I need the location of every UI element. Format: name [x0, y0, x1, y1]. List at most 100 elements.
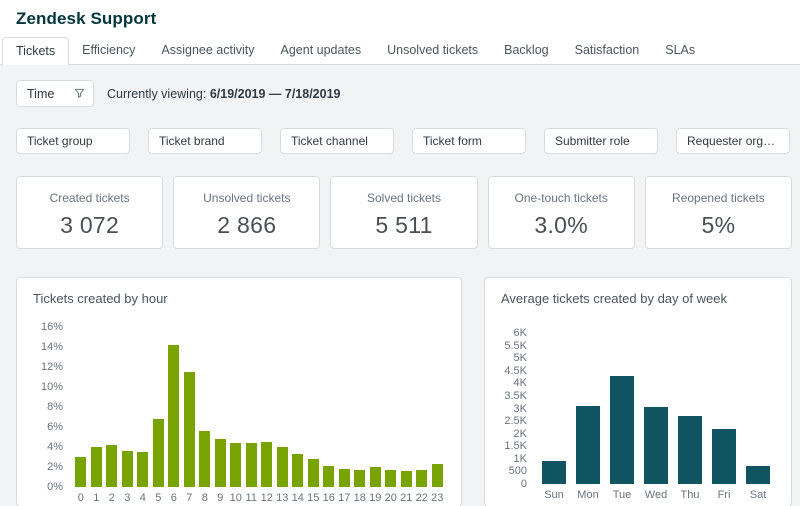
chart-bar-8[interactable] [199, 431, 210, 487]
filter-chip-ticket-form[interactable]: Ticket form [412, 128, 526, 154]
filter-funnel-icon [74, 88, 85, 99]
y-axis-tick: 3.5K [504, 390, 527, 402]
time-filter-dropdown[interactable]: Time [16, 80, 94, 107]
bar-column [259, 327, 275, 487]
tab-backlog[interactable]: Backlog [491, 37, 561, 64]
chart-bar-4[interactable] [137, 452, 148, 487]
chart-bar-9[interactable] [215, 439, 226, 487]
y-axis: 16%14%12%10%8%6%4%2%0% [33, 327, 73, 487]
x-axis-label: Sat [741, 489, 775, 501]
bar-column [151, 327, 167, 487]
y-axis-tick: 2K [514, 428, 527, 440]
x-axis-label: Fri [707, 489, 741, 501]
chart-bar-wed[interactable] [644, 407, 668, 484]
y-axis-tick: 5.5K [504, 340, 527, 352]
x-axis-label: 10 [228, 492, 244, 504]
y-axis-tick: 8% [47, 401, 63, 413]
bar-column [707, 333, 741, 484]
chart-bar-13[interactable] [277, 447, 288, 487]
kpi-label: Reopened tickets [646, 191, 791, 205]
filter-chip-ticket-channel[interactable]: Ticket channel [280, 128, 394, 154]
kpi-value: 5 511 [331, 212, 476, 239]
tab-satisfaction[interactable]: Satisfaction [562, 37, 653, 64]
chart-bar-16[interactable] [323, 466, 334, 487]
y-axis: 6K5.5K5K4.5K4K3.5K3K2.5K2K1.5K1K5000 [501, 333, 537, 484]
tab-tickets[interactable]: Tickets [2, 37, 69, 65]
chart-bar-sat[interactable] [746, 466, 770, 484]
y-axis-tick: 0 [521, 478, 527, 490]
chart-bar-20[interactable] [385, 470, 396, 487]
bar-column [414, 327, 430, 487]
filter-chip-submitter-role[interactable]: Submitter role [544, 128, 658, 154]
kpi-card-created-tickets: Created tickets3 072 [16, 176, 163, 249]
chart-bar-2[interactable] [106, 445, 117, 487]
kpi-card-unsolved-tickets: Unsolved tickets2 866 [173, 176, 320, 249]
tab-assignee-activity[interactable]: Assignee activity [148, 37, 267, 64]
kpi-value: 3.0% [489, 212, 634, 239]
bar-column [120, 327, 136, 487]
bar-column [352, 327, 368, 487]
chart-bar-10[interactable] [230, 443, 241, 487]
bar-column [368, 327, 384, 487]
x-axis-label: Sun [537, 489, 571, 501]
page-header: Zendesk Support [0, 0, 800, 29]
chart-bar-22[interactable] [416, 470, 427, 487]
bar-column [197, 327, 213, 487]
chart-bar-6[interactable] [168, 345, 179, 487]
x-axis-label: 1 [89, 492, 105, 504]
chart-bar-14[interactable] [292, 454, 303, 487]
page-title: Zendesk Support [16, 9, 784, 29]
filter-chip-requester-orga[interactable]: Requester orga… [676, 128, 790, 154]
tab-strip: TicketsEfficiencyAssignee activityAgent … [0, 37, 800, 65]
chart-title: Tickets created by hour [33, 291, 445, 307]
chart-bar-17[interactable] [339, 469, 350, 487]
chart-bar-3[interactable] [122, 451, 133, 487]
chart-bar-thu[interactable] [678, 416, 702, 484]
chart-tickets-created-by-hour: Tickets created by hour 16%14%12%10%8%6%… [16, 277, 462, 506]
chart-bar-21[interactable] [401, 471, 412, 487]
chart-bar-11[interactable] [246, 443, 257, 487]
bar-column [605, 333, 639, 484]
x-axis-label: 9 [213, 492, 229, 504]
currently-viewing-label: Currently viewing: [107, 87, 206, 101]
y-axis-tick: 6K [514, 327, 527, 339]
tab-efficiency[interactable]: Efficiency [69, 37, 148, 64]
chart-bar-mon[interactable] [576, 406, 600, 484]
chart-title: Average tickets created by day of week [501, 291, 775, 307]
y-axis-tick: 0% [47, 481, 63, 493]
bar-column [73, 327, 89, 487]
y-axis-tick: 4.5K [504, 365, 527, 377]
tab-unsolved-tickets[interactable]: Unsolved tickets [374, 37, 491, 64]
chart-bar-23[interactable] [432, 464, 443, 487]
tab-slas[interactable]: SLAs [652, 37, 708, 64]
x-axis-label: 21 [399, 492, 415, 504]
bar-column [321, 327, 337, 487]
kpi-row: Created tickets3 072Unsolved tickets2 86… [16, 176, 792, 249]
x-axis-label: 12 [259, 492, 275, 504]
bar-column [741, 333, 775, 484]
x-axis: 01234567891011121314151617181920212223 [73, 492, 445, 504]
chart-bar-fri[interactable] [712, 429, 736, 484]
tab-agent-updates[interactable]: Agent updates [268, 37, 375, 64]
chart-bar-1[interactable] [91, 447, 102, 487]
chart-bar-15[interactable] [308, 459, 319, 487]
x-axis-label: 4 [135, 492, 151, 504]
time-filter-row: Time Currently viewing: 6/19/2019 — 7/18… [16, 65, 792, 107]
chart-bar-tue[interactable] [610, 376, 634, 484]
chart-bar-12[interactable] [261, 442, 272, 487]
filter-chip-ticket-group[interactable]: Ticket group [16, 128, 130, 154]
chart-bar-5[interactable] [153, 419, 164, 487]
bar-column [228, 327, 244, 487]
chart-bar-7[interactable] [184, 372, 195, 487]
y-axis-tick: 1.5K [504, 440, 527, 452]
filter-chip-ticket-brand[interactable]: Ticket brand [148, 128, 262, 154]
chart-bar-sun[interactable] [542, 461, 566, 484]
x-axis-label: 5 [151, 492, 167, 504]
chart-bar-0[interactable] [75, 457, 86, 487]
y-axis-tick: 5K [514, 352, 527, 364]
chart-bar-18[interactable] [354, 470, 365, 487]
x-axis-label: 6 [166, 492, 182, 504]
chart-bar-19[interactable] [370, 467, 381, 487]
filter-chips-row: Ticket group Ticket brand Ticket channel Ti… [16, 128, 792, 154]
bar-column [430, 327, 446, 487]
